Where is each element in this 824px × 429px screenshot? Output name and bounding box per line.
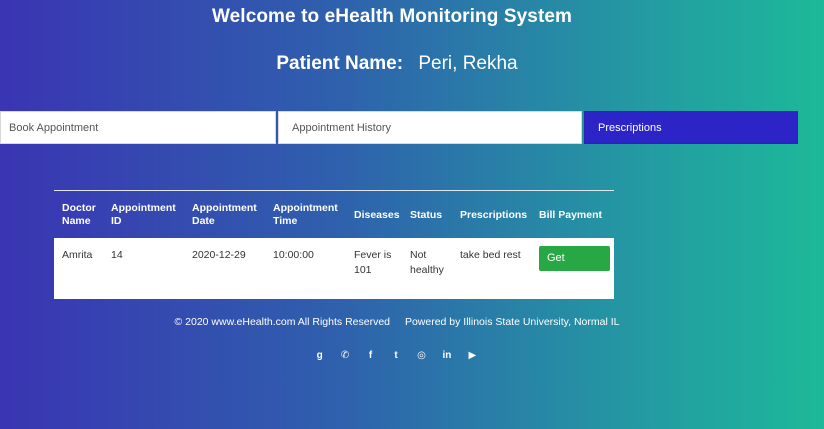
column-header: Doctor Name [62, 202, 96, 227]
cell-appointment-time: 10:00:00 [265, 238, 346, 299]
column-header: Bill Payment [539, 208, 603, 221]
footer-copyright: © 2020 www.eHealth.com All Rights Reserv… [174, 316, 391, 328]
page-title: Welcome to eHealth Monitoring System [211, 6, 573, 27]
facebook-icon[interactable]: f [362, 350, 380, 361]
google-icon[interactable]: g [311, 350, 329, 361]
table-header-row: Doctor Name Appointment ID Appointment D… [54, 191, 614, 238]
tab-book-appointment[interactable]: Book Appointment [0, 111, 276, 144]
tab-prescriptions[interactable]: Prescriptions [584, 111, 798, 144]
column-header: Prescriptions [460, 208, 528, 221]
patient-name-value: Peri, Rekha [418, 53, 518, 74]
cell-appointment-date: 2020-12-29 [184, 238, 265, 299]
twitter-icon[interactable]: t [387, 350, 405, 361]
prescriptions-table: Doctor Name Appointment ID Appointment D… [54, 190, 614, 299]
patient-name-row: Patient Name: Peri, Rekha [0, 53, 794, 75]
column-header: Appointment Date [192, 202, 257, 227]
instagram-icon[interactable]: ◎ [412, 350, 430, 361]
cell-appointment-id: 14 [103, 238, 184, 299]
patient-name-label: Patient Name: [276, 53, 404, 74]
youtube-icon[interactable]: ▶ [463, 350, 481, 361]
linkedin-icon[interactable]: in [438, 350, 456, 361]
tab-appointment-history[interactable]: Appointment History [278, 111, 582, 144]
footer-powered-by: Powered by Illinois State University, No… [404, 316, 620, 328]
footer: © 2020 www.eHealth.com All Rights Reserv… [0, 316, 794, 328]
column-header: Appointment ID [111, 202, 176, 227]
column-header: Status [410, 208, 443, 221]
column-header: Appointment Time [273, 202, 338, 227]
table-row: Amrita 14 2020-12-29 10:00:00 Fever is 1… [54, 238, 614, 299]
get-invoice-button[interactable]: Get Invoice [539, 246, 610, 289]
cell-disease: Fever is 101 [346, 238, 402, 299]
whatsapp-icon[interactable]: ✆ [336, 350, 354, 361]
column-header: Diseases [354, 208, 400, 221]
cell-status: Not healthy [402, 238, 452, 299]
cell-prescription: take bed rest [452, 238, 531, 299]
social-links: g ✆ f t ◎ in ▶ [0, 345, 792, 363]
cell-bill-payment: Get Invoice [531, 238, 614, 299]
cell-doctor: Amrita [54, 238, 103, 299]
